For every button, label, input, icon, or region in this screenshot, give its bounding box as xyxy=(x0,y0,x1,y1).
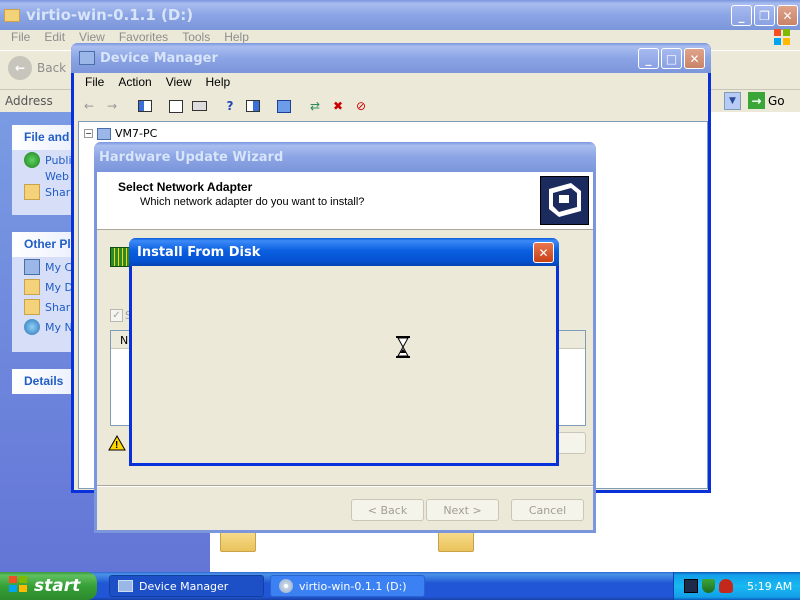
computer-icon xyxy=(97,127,111,140)
system-tray: 5:19 AM xyxy=(673,572,800,600)
dm-close-button[interactable]: ✕ xyxy=(684,48,705,69)
device-manager-title: Device Manager xyxy=(100,50,218,66)
explorer-title: virtio-win-0.1.1 (D:) xyxy=(26,6,194,24)
view-icon[interactable] xyxy=(242,96,264,116)
taskbar: start Device Manager virtio-win-0.1.1 (D… xyxy=(0,572,800,600)
uninstall-icon[interactable]: ✖ xyxy=(327,96,349,116)
back-button[interactable]: < Back xyxy=(351,499,424,521)
dm-menu-file[interactable]: File xyxy=(78,75,111,89)
wizard-heading: Select Network Adapter xyxy=(118,180,253,194)
update-driver-icon[interactable]: ⇄ xyxy=(304,96,326,116)
dm-menu-view[interactable]: View xyxy=(159,75,199,89)
tree-root-label: VM7-PC xyxy=(115,127,158,140)
start-label: start xyxy=(34,576,81,596)
dm-menu-action[interactable]: Action xyxy=(111,75,158,89)
shield-tray-icon[interactable] xyxy=(702,579,715,593)
wizard-titlebar[interactable]: Hardware Update Wizard xyxy=(94,142,596,172)
collapse-icon[interactable]: − xyxy=(84,129,93,138)
taskbar-item-explorer[interactable]: virtio-win-0.1.1 (D:) xyxy=(270,575,425,597)
cancel-button[interactable]: Cancel xyxy=(511,499,584,521)
wizard-title: Hardware Update Wizard xyxy=(99,149,284,165)
windows-flag-icon xyxy=(772,27,792,47)
svg-text:!: ! xyxy=(115,440,118,451)
clock: 5:19 AM xyxy=(747,579,793,593)
partial-scroll-edge xyxy=(706,112,800,572)
explorer-menu-view[interactable]: View xyxy=(72,30,112,44)
explorer-minimize-button[interactable]: _ xyxy=(731,5,752,26)
globe-icon xyxy=(24,152,40,168)
hourglass-cursor-icon xyxy=(396,336,410,361)
explorer-menu-help[interactable]: Help xyxy=(217,30,256,44)
go-arrow-icon: → xyxy=(748,92,765,109)
taskbar-item-device-manager[interactable]: Device Manager xyxy=(109,575,264,597)
documents-folder-icon xyxy=(24,279,40,295)
show-compatible-checkbox[interactable]: ✓ xyxy=(110,309,123,322)
next-button[interactable]: Next > xyxy=(426,499,499,521)
help-icon[interactable]: ? xyxy=(219,96,241,116)
computer-icon xyxy=(118,580,133,592)
explorer-menu-favorites[interactable]: Favorites xyxy=(112,30,175,44)
dm-menu-help[interactable]: Help xyxy=(199,75,238,89)
install-from-disk-dialog: Install From Disk ✕ xyxy=(129,238,559,466)
address-dropdown-button[interactable]: ▼ xyxy=(724,92,741,110)
wizard-header: Select Network Adapter Which network ada… xyxy=(97,172,593,230)
windows-flag-icon xyxy=(8,575,28,598)
forward-arrow-icon[interactable]: → xyxy=(101,96,123,116)
share-folder-icon xyxy=(24,184,40,200)
go-button[interactable]: → Go xyxy=(748,92,785,109)
dm-minimize-button[interactable]: _ xyxy=(638,48,659,69)
explorer-close-button[interactable]: ✕ xyxy=(777,5,798,26)
disc-icon xyxy=(279,579,293,593)
wizard-subheading: Which network adapter do you want to ins… xyxy=(140,196,365,208)
dm-maximize-button[interactable]: □ xyxy=(661,48,682,69)
disable-device-icon[interactable]: ⊘ xyxy=(350,96,372,116)
back-arrow-icon[interactable]: ← xyxy=(78,96,100,116)
scan-hardware-icon[interactable] xyxy=(273,96,295,116)
back-button[interactable]: ← Back xyxy=(8,56,66,80)
network-icon xyxy=(24,319,40,335)
print-icon[interactable] xyxy=(188,96,210,116)
device-manager-icon xyxy=(79,51,95,65)
wizard-divider xyxy=(97,485,593,487)
computer-icon xyxy=(24,259,40,275)
show-hide-tree-icon[interactable] xyxy=(134,96,156,116)
device-manager-toolbar: ← → ? ⇄ ✖ ⊘ xyxy=(78,93,373,119)
network-card-icon xyxy=(540,176,589,225)
explorer-titlebar[interactable]: virtio-win-0.1.1 (D:) _ ❐ ✕ xyxy=(0,0,800,30)
warning-icon: ! xyxy=(108,434,126,454)
properties-icon[interactable] xyxy=(165,96,187,116)
device-manager-titlebar[interactable]: Device Manager _ □ ✕ xyxy=(71,43,711,73)
tree-root[interactable]: − VM7-PC xyxy=(84,127,157,140)
network-tray-icon[interactable] xyxy=(684,579,698,593)
install-titlebar[interactable]: Install From Disk ✕ xyxy=(129,238,559,266)
security-alert-icon[interactable] xyxy=(719,579,733,593)
install-close-button[interactable]: ✕ xyxy=(533,242,554,263)
explorer-menu-file[interactable]: File xyxy=(4,30,37,44)
explorer-menu-edit[interactable]: Edit xyxy=(37,30,72,44)
folder-icon xyxy=(24,299,40,315)
back-arrow-icon: ← xyxy=(8,56,32,80)
explorer-maximize-button[interactable]: ❐ xyxy=(754,5,775,26)
address-label: Address xyxy=(5,94,53,108)
install-title: Install From Disk xyxy=(137,244,261,260)
explorer-menu-tools[interactable]: Tools xyxy=(175,30,217,44)
device-manager-menubar: File Action View Help xyxy=(74,72,708,92)
start-button[interactable]: start xyxy=(0,572,97,600)
folder-icon xyxy=(4,8,20,22)
